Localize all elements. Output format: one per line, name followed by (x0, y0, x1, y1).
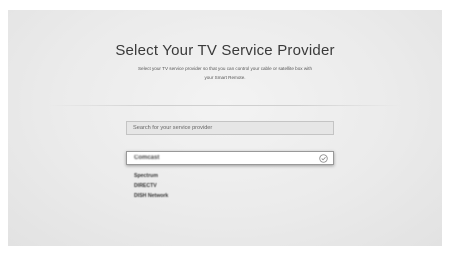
subtitle-line-2: your Smart Remote. (204, 75, 246, 80)
search-input[interactable]: Search for your service provider (126, 121, 334, 135)
check-circle-icon (319, 154, 328, 163)
provider-item[interactable]: DISH Network (134, 193, 168, 199)
divider (48, 105, 402, 106)
tv-screen: Select Your TV Service Provider Select y… (8, 10, 442, 246)
provider-item-selected[interactable]: Comcast (126, 151, 334, 165)
provider-item[interactable]: Spectrum (134, 173, 158, 179)
provider-item[interactable]: DIRECTV (134, 183, 157, 189)
subtitle-line-1: Select your TV service provider so that … (137, 66, 313, 71)
page-subtitle: Select your TV service provider so that … (100, 64, 350, 82)
provider-label: Comcast (134, 155, 160, 161)
page-title: Select Your TV Service Provider (115, 42, 335, 59)
